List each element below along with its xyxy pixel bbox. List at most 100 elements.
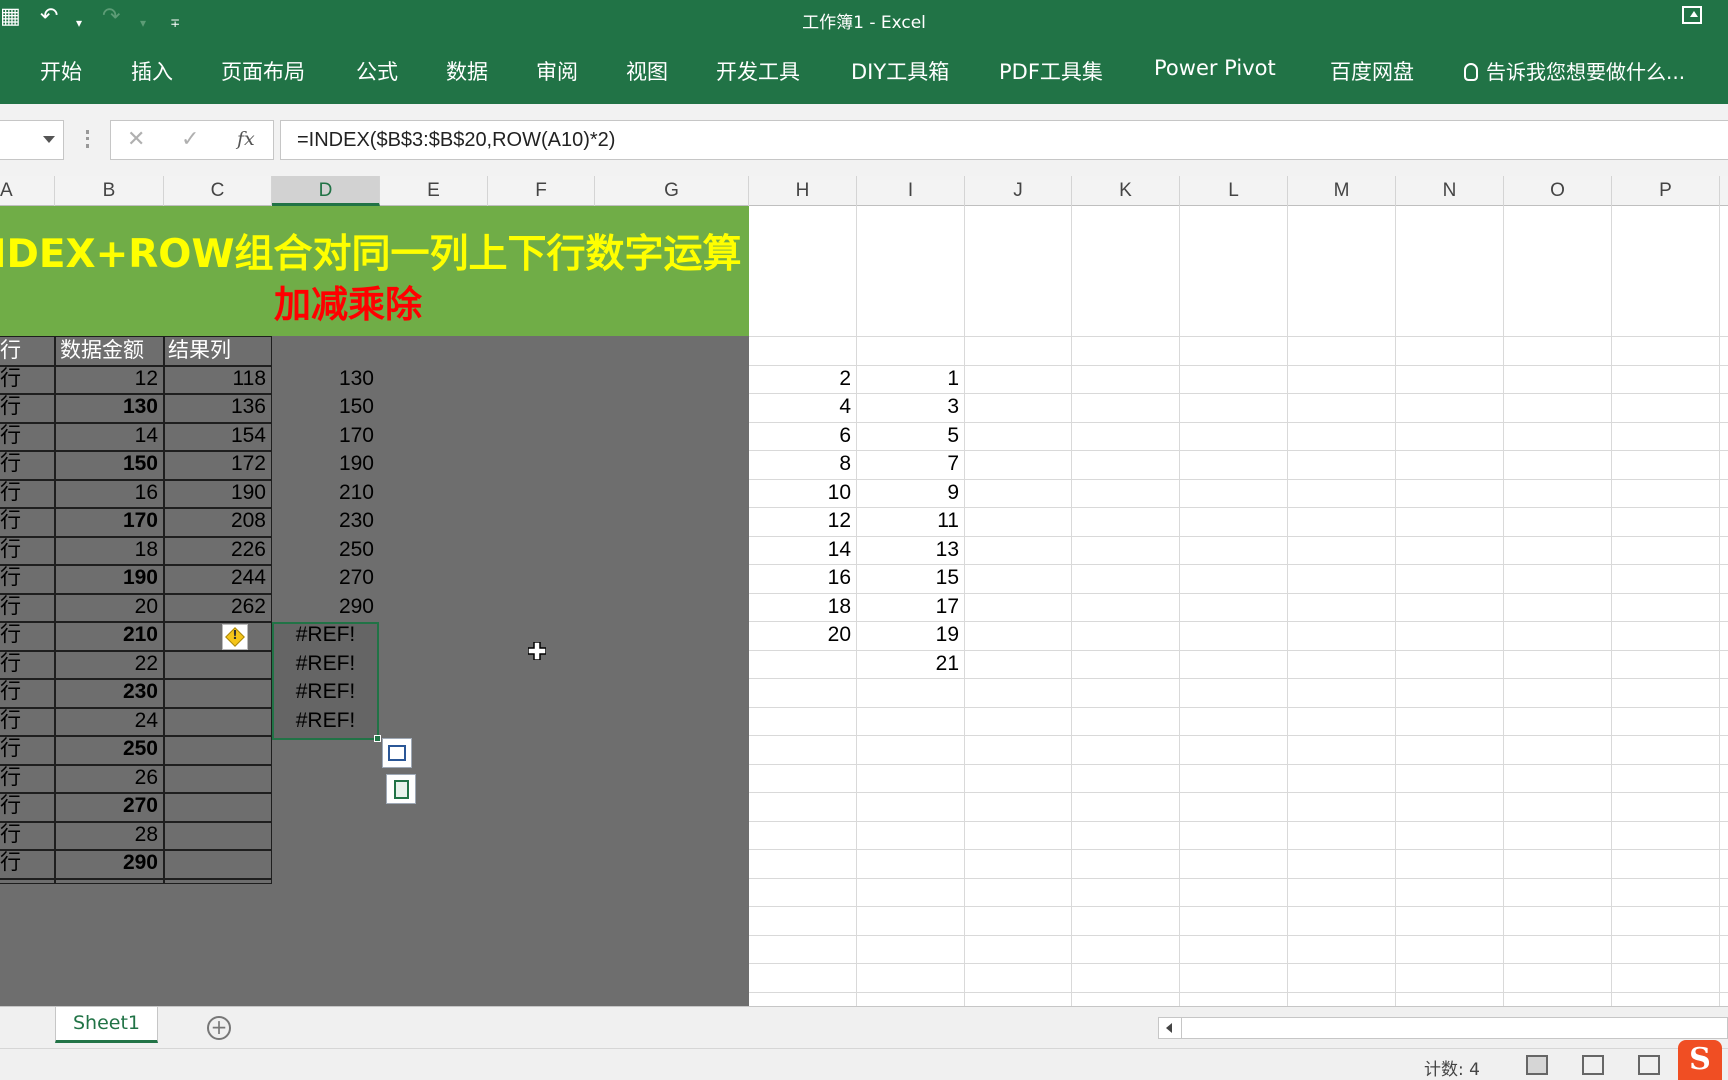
worksheet-grid[interactable]: IDEX+ROW组合对同一列上下行数字运算 加减乘除 行 数据金额 结果列 行1… — [0, 206, 1728, 1006]
tab-pdf-tools[interactable]: PDF工具集 — [999, 56, 1103, 86]
column-i-cell[interactable]: 11 — [857, 507, 965, 535]
column-h-cell[interactable]: 8 — [749, 450, 857, 478]
column-header-e[interactable]: E — [380, 176, 488, 206]
result-cell[interactable]: 262 — [164, 593, 272, 621]
column-header-d[interactable]: D — [272, 176, 380, 206]
column-header-b[interactable]: B — [55, 176, 164, 206]
table-row-label[interactable]: 行 — [0, 450, 54, 478]
sogou-ime-icon[interactable]: S — [1678, 1040, 1722, 1080]
auto-fill-options-button[interactable] — [382, 738, 412, 768]
column-d-cell[interactable]: 270 — [272, 564, 380, 592]
amount-cell[interactable]: 28 — [55, 821, 164, 849]
horizontal-scrollbar[interactable] — [1158, 1017, 1728, 1039]
tab-view[interactable]: 视图 — [626, 56, 668, 86]
table-row-label[interactable]: 行 — [0, 507, 54, 535]
ribbon-display-options-icon[interactable] — [1682, 6, 1702, 24]
result-cell[interactable]: 136 — [164, 393, 272, 421]
formula-input[interactable]: =INDEX($B$3:$B$20,ROW(A10)*2) — [280, 120, 1728, 160]
column-h-cell[interactable]: 10 — [749, 479, 857, 507]
add-sheet-icon[interactable]: + — [207, 1016, 231, 1040]
column-h-cell[interactable]: 12 — [749, 507, 857, 535]
column-d-cell[interactable]: 130 — [272, 365, 380, 393]
column-header-n[interactable]: N — [1396, 176, 1504, 206]
scroll-left-icon[interactable] — [1166, 1023, 1172, 1033]
column-i-cell[interactable]: 15 — [857, 564, 965, 592]
tab-review[interactable]: 审阅 — [536, 56, 578, 86]
amount-cell[interactable]: 290 — [55, 849, 164, 877]
column-header-c[interactable]: C — [164, 176, 272, 206]
quick-analysis-button[interactable] — [386, 774, 416, 804]
tell-me-search[interactable]: 告诉我您想要做什么... — [1464, 56, 1685, 85]
column-h-cell[interactable]: 18 — [749, 593, 857, 621]
table-row-label[interactable]: 行 — [0, 365, 54, 393]
result-cell[interactable]: 118 — [164, 365, 272, 393]
column-header-h[interactable]: H — [749, 176, 857, 206]
result-cell[interactable] — [164, 764, 272, 792]
table-row-label[interactable]: 行 — [0, 764, 54, 792]
column-i-cell[interactable]: 13 — [857, 536, 965, 564]
table-row-label[interactable]: 行 — [0, 650, 54, 678]
column-i-cell[interactable]: 5 — [857, 422, 965, 450]
table-row-label[interactable]: 行 — [0, 422, 54, 450]
error-warning-button[interactable]: ! — [222, 624, 248, 650]
column-header-m[interactable]: M — [1288, 176, 1396, 206]
fill-handle[interactable] — [374, 735, 381, 742]
result-cell[interactable]: 154 — [164, 422, 272, 450]
amount-cell[interactable]: 12 — [55, 365, 164, 393]
amount-cell[interactable]: 14 — [55, 422, 164, 450]
chevron-down-icon[interactable] — [43, 136, 55, 143]
table-row-label[interactable]: 行 — [0, 849, 54, 877]
column-d-cell[interactable]: 190 — [272, 450, 380, 478]
tab-power-pivot[interactable]: Power Pivot — [1154, 56, 1276, 80]
tab-formulas[interactable]: 公式 — [356, 56, 398, 86]
column-d-cell[interactable]: 250 — [272, 536, 380, 564]
amount-cell[interactable]: 16 — [55, 479, 164, 507]
ref-error-cell[interactable]: #REF! — [272, 707, 379, 735]
page-break-view-icon[interactable] — [1638, 1055, 1660, 1075]
column-h-cell[interactable]: 14 — [749, 536, 857, 564]
amount-cell[interactable]: 270 — [55, 792, 164, 820]
result-cell[interactable]: 190 — [164, 479, 272, 507]
column-h-cell[interactable]: 6 — [749, 422, 857, 450]
column-header-p[interactable]: P — [1612, 176, 1720, 206]
amount-cell[interactable]: 230 — [55, 678, 164, 706]
result-cell[interactable] — [164, 735, 272, 763]
result-cell[interactable] — [164, 678, 272, 706]
table-row-label[interactable]: 行 — [0, 593, 54, 621]
amount-cell[interactable]: 190 — [55, 564, 164, 592]
table-row-label[interactable]: 行 — [0, 821, 54, 849]
amount-cell[interactable]: 22 — [55, 650, 164, 678]
ref-error-cell[interactable]: #REF! — [272, 678, 379, 706]
amount-cell[interactable]: 130 — [55, 393, 164, 421]
column-header-k[interactable]: K — [1072, 176, 1180, 206]
table-row-label[interactable]: 行 — [0, 393, 54, 421]
amount-cell[interactable]: 24 — [55, 707, 164, 735]
amount-cell[interactable]: 20 — [55, 593, 164, 621]
name-box[interactable] — [0, 120, 64, 160]
column-i-cell[interactable]: 1 — [857, 365, 965, 393]
amount-cell[interactable]: 18 — [55, 536, 164, 564]
amount-cell[interactable]: 250 — [55, 735, 164, 763]
result-cell[interactable]: 226 — [164, 536, 272, 564]
table-row-label[interactable]: 行 — [0, 479, 54, 507]
column-d-cell[interactable]: 290 — [272, 593, 380, 621]
insert-function-icon[interactable]: fx — [237, 128, 255, 150]
column-d-cell[interactable]: 150 — [272, 393, 380, 421]
tab-insert[interactable]: 插入 — [131, 56, 173, 86]
result-cell[interactable]: 172 — [164, 450, 272, 478]
tab-baidu-netdisk[interactable]: 百度网盘 — [1330, 56, 1414, 86]
sheet-tab-sheet1[interactable]: Sheet1 — [55, 1007, 158, 1043]
amount-cell[interactable]: 170 — [55, 507, 164, 535]
tab-diy-toolbox[interactable]: DIY工具箱 — [851, 56, 949, 86]
column-header-f[interactable]: F — [488, 176, 595, 206]
column-h-cell[interactable]: 2 — [749, 365, 857, 393]
column-i-cell[interactable]: 9 — [857, 479, 965, 507]
column-d-cell[interactable]: 210 — [272, 479, 380, 507]
cancel-icon[interactable]: ✕ — [127, 127, 145, 152]
amount-cell[interactable]: 210 — [55, 621, 164, 649]
amount-cell[interactable]: 150 — [55, 450, 164, 478]
table-row-label[interactable]: 行 — [0, 678, 54, 706]
result-cell[interactable]: 208 — [164, 507, 272, 535]
formula-bar-resize-handle[interactable] — [86, 130, 89, 148]
column-h-cell[interactable]: 4 — [749, 393, 857, 421]
